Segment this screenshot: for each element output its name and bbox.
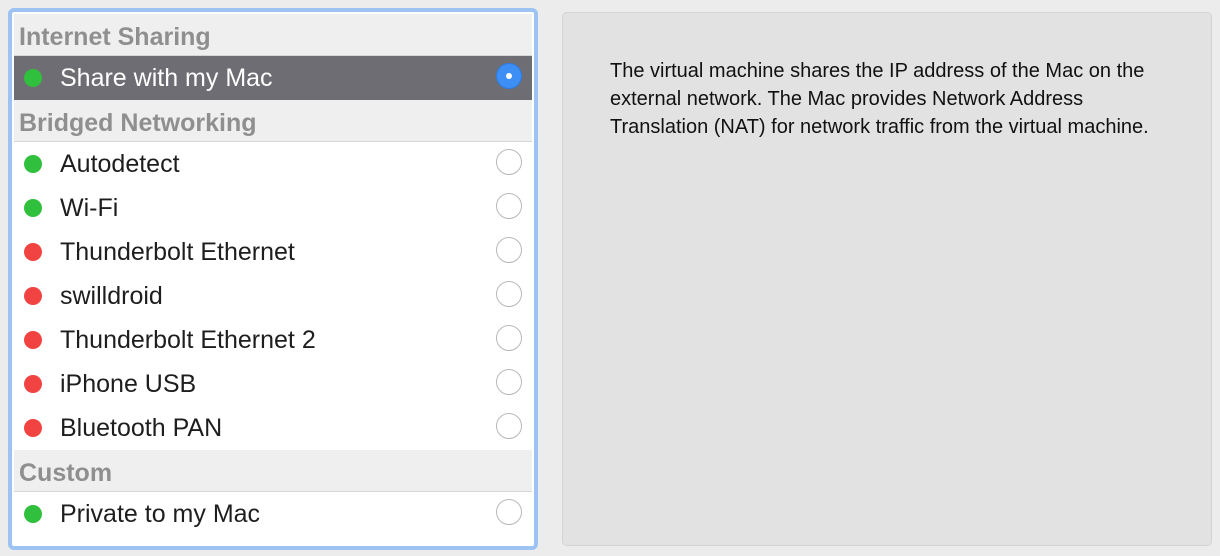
section-header-internet-sharing: Internet Sharing <box>14 14 532 56</box>
radio-button[interactable] <box>496 149 522 175</box>
network-option-swilldroid[interactable]: swilldroid <box>14 274 532 318</box>
network-option-thunderbolt-ethernet-2[interactable]: Thunderbolt Ethernet 2 <box>14 318 532 362</box>
network-option-label: Share with my Mac <box>60 64 273 92</box>
radio-button[interactable] <box>496 325 522 351</box>
radio-button[interactable] <box>496 193 522 219</box>
radio-button[interactable] <box>496 413 522 439</box>
status-dot-icon <box>24 331 42 349</box>
status-dot-icon <box>24 69 42 87</box>
network-option-private-to-my-mac[interactable]: Private to my Mac <box>14 492 532 536</box>
network-option-label: Bluetooth PAN <box>60 414 223 442</box>
status-dot-icon <box>24 243 42 261</box>
description-panel: The virtual machine shares the IP addres… <box>562 12 1212 546</box>
status-dot-icon <box>24 287 42 305</box>
status-dot-icon <box>24 375 42 393</box>
radio-button[interactable] <box>496 369 522 395</box>
description-text: The virtual machine shares the IP addres… <box>610 60 1149 138</box>
status-dot-icon <box>24 419 42 437</box>
network-option-label: Private to my Mac <box>60 500 261 528</box>
network-option-label: swilldroid <box>60 282 163 310</box>
network-option-thunderbolt-ethernet[interactable]: Thunderbolt Ethernet <box>14 230 532 274</box>
status-dot-icon <box>24 155 42 173</box>
status-dot-icon <box>24 505 42 523</box>
network-option-label: Thunderbolt Ethernet <box>60 238 295 266</box>
network-list[interactable]: Internet Sharing Share with my Mac Bridg… <box>8 8 538 550</box>
radio-button[interactable] <box>496 237 522 263</box>
radio-button[interactable] <box>496 63 522 89</box>
network-option-share-with-my-mac[interactable]: Share with my Mac <box>14 56 532 100</box>
network-option-label: Autodetect <box>60 150 180 178</box>
network-option-autodetect[interactable]: Autodetect <box>14 142 532 186</box>
section-header-bridged-networking: Bridged Networking <box>14 100 532 142</box>
network-option-wifi[interactable]: Wi-Fi <box>14 186 532 230</box>
network-option-label: Wi-Fi <box>60 194 119 222</box>
radio-button[interactable] <box>496 499 522 525</box>
network-option-label: Thunderbolt Ethernet 2 <box>60 326 316 354</box>
section-title: Custom <box>19 459 113 487</box>
radio-button[interactable] <box>496 281 522 307</box>
status-dot-icon <box>24 199 42 217</box>
section-title: Internet Sharing <box>19 23 211 51</box>
section-title: Bridged Networking <box>19 109 257 137</box>
section-header-custom: Custom <box>14 450 532 492</box>
network-option-iphone-usb[interactable]: iPhone USB <box>14 362 532 406</box>
network-option-label: iPhone USB <box>60 370 197 398</box>
network-list-content: Internet Sharing Share with my Mac Bridg… <box>14 14 532 544</box>
network-option-bluetooth-pan[interactable]: Bluetooth PAN <box>14 406 532 450</box>
